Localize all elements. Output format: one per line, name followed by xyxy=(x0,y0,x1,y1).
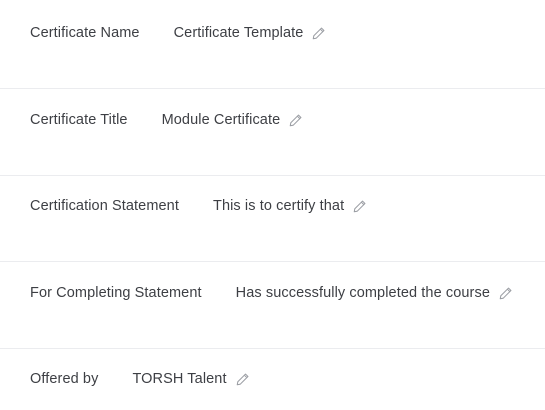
field-label: Certificate Name xyxy=(30,25,140,41)
field-value: Module Certificate xyxy=(161,112,281,128)
field-row-certification-statement: Certification Statement This is to certi… xyxy=(0,173,545,261)
pencil-icon[interactable] xyxy=(235,372,250,387)
pencil-icon[interactable] xyxy=(498,286,513,301)
pencil-icon[interactable] xyxy=(311,26,326,41)
field-row-for-completing-statement: For Completing Statement Has successfull… xyxy=(0,260,545,348)
pencil-icon[interactable] xyxy=(352,199,367,214)
field-value: Certificate Template xyxy=(173,25,304,41)
certificate-settings-form: Certificate Name Certificate Template Ce… xyxy=(0,0,545,410)
field-value: Has successfully completed the course xyxy=(235,285,490,301)
field-label: Certificate Title xyxy=(30,112,128,128)
field-row-certificate-title: Certificate Title Module Certificate xyxy=(0,87,545,175)
field-value: TORSH Talent xyxy=(132,371,227,387)
field-label: Offered by xyxy=(30,371,99,387)
pencil-icon[interactable] xyxy=(288,113,303,128)
field-value: This is to certify that xyxy=(212,198,345,214)
field-row-offered-by: Offered by TORSH Talent xyxy=(0,346,545,410)
field-row-certificate-name: Certificate Name Certificate Template xyxy=(0,0,545,88)
field-label: Certification Statement xyxy=(30,198,179,214)
field-label: For Completing Statement xyxy=(30,285,202,301)
